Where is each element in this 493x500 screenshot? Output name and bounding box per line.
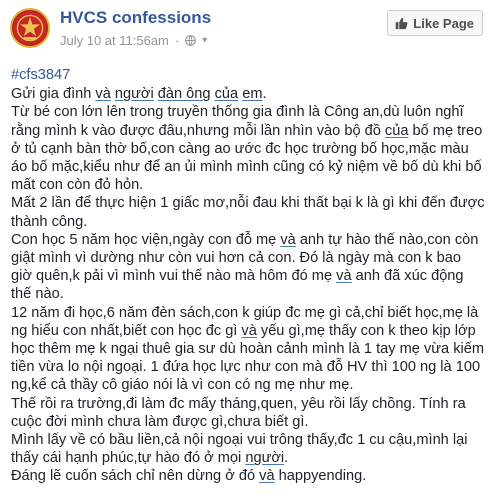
post-paragraph: Mất 2 lần để thực hiện 1 giấc mơ,nỗi đau… [11,195,485,230]
post-meta: July 10 at 11:56am · ▾ [60,33,207,48]
post-paragraph: Gửi gia đình và người đàn ông của em. [11,86,267,103]
underlined-word: và [336,268,352,285]
underlined-word: người [245,450,285,467]
like-page-label: Like Page [413,15,474,31]
post-paragraph: Thế rồi ra trường,đi làm đc mấy tháng,qu… [11,395,466,430]
underlined-word: em [242,86,263,103]
underlined-word: và [280,231,296,248]
like-page-button[interactable]: Like Page [387,10,483,36]
underlined-word: người [114,86,154,103]
post-paragraph: Đáng lẽ cuốn sách chỉ nên dừng ở đó và h… [11,468,367,485]
post-paragraph: Mình lấy về có bầu liền,cả nội ngoại vui… [11,432,468,467]
post-paragraph: Từ bé con lớn lên trong truyền thống gia… [11,104,483,194]
hashtag-link[interactable]: #cfs3847 [11,66,485,84]
underlined-word: đàn ông [157,86,211,103]
chevron-down-icon[interactable]: ▾ [202,35,207,46]
post-paragraph: 12 năm đi học,6 năm đèn sách,con k giúp … [11,304,485,394]
underlined-word: của [214,86,239,103]
underlined-word: và [259,468,275,485]
underlined-word: và [241,322,257,339]
post-body: #cfs3847 Gửi gia đình và người đàn ông c… [11,66,485,486]
page-avatar[interactable] [10,8,50,48]
timestamp[interactable]: July 10 at 11:56am [60,33,169,48]
underlined-word: và [95,86,111,103]
emblem-icon [12,10,48,46]
underlined-word: của [384,122,409,139]
thumbs-up-icon [396,17,408,30]
page-name-link[interactable]: HVCS confessions [60,8,211,28]
globe-icon [185,35,197,46]
separator-dot: · [174,33,180,48]
post-paragraph: Con học 5 năm học viện,ngày con đỗ mẹ và… [11,231,479,303]
post-header: HVCS confessions July 10 at 11:56am · ▾ … [0,0,493,62]
